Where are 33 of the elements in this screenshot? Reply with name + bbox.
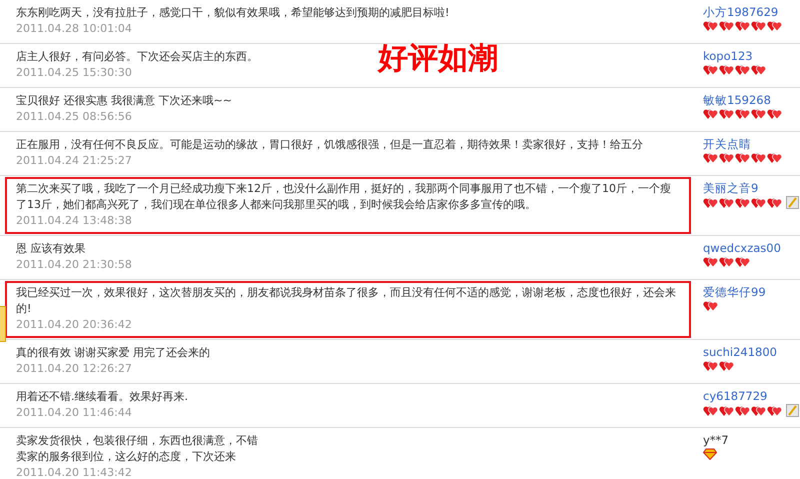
- user-link[interactable]: cy6187729: [703, 388, 768, 404]
- review-time: 2011.04.20 11:46:44: [16, 405, 132, 421]
- review-text: 卖家发货很快，包装很仔细，东西也很满意，不错: [16, 433, 258, 449]
- review-text: 真的很有效 谢谢买家爱 用完了还会来的: [16, 345, 210, 361]
- side-tab-icon[interactable]: [0, 306, 6, 342]
- review-time: 2011.04.24 21:25:27: [16, 153, 132, 169]
- user-link[interactable]: qwedcxzas00: [703, 240, 781, 256]
- headline: 好评如潮: [378, 40, 498, 78]
- review-time: 2011.04.20 11:43:42: [16, 465, 132, 479]
- review-text: 我已经买过一次，效果很好，这次替朋友买的，朋友都说我身材苗条了很多，而且没有任何不适的感觉，谢谢老板，态度也很好，还会来的!: [16, 285, 677, 317]
- user-link[interactable]: kopo123: [703, 48, 753, 64]
- user-link[interactable]: 敏敏159268: [703, 92, 771, 108]
- review-text: 店主人很好，有问必答。下次还会买店主的东西。: [16, 49, 258, 65]
- review-time: 2011.04.20 21:30:58: [16, 257, 132, 273]
- user-name: y**7: [703, 432, 729, 448]
- user-link[interactable]: 爱德华仔99: [703, 284, 766, 300]
- review-text: 用着还不错.继续看看。效果好再来.: [16, 389, 188, 405]
- review-time: 2011.04.25 15:30:30: [16, 65, 132, 81]
- review-text: 第二次来买了哦，我吃了一个月已经成功瘦下来12斤，也没什么副作用，挺好的，我那两个同事服用了也不错，一个瘦了10斤，一个瘦了13斤，她们都高兴死了，我们现在单位很多人都来问我那里买的哦，到时候我会给店家你多多宣传的哦。: [16, 181, 672, 213]
- user-link[interactable]: suchi241800: [703, 344, 777, 360]
- user-link[interactable]: 小方1987629: [703, 4, 778, 20]
- user-link[interactable]: 开关点睛: [703, 136, 751, 152]
- review-text: 东东刚吃两天，没有拉肚子，感觉口干，貌似有效果哦，希望能够达到预期的减肥目标啦!: [16, 5, 450, 21]
- review-time: 2011.04.25 08:56:56: [16, 109, 132, 125]
- review-time: 2011.04.28 10:01:04: [16, 21, 132, 37]
- review-text: 正在服用，没有任何不良反应。可能是运动的缘故，胃口很好，饥饿感很强，但是一直忍着，期待效果！卖家很好，支持！给五分: [16, 137, 643, 153]
- review-text: 卖家的服务很到位，这么好的态度，下次还来: [16, 449, 236, 465]
- review-time: 2011.04.24 13:48:38: [16, 213, 132, 229]
- review-time: 2011.04.20 12:26:27: [16, 361, 132, 377]
- review-time: 2011.04.20 20:36:42: [16, 317, 132, 333]
- review-text: 恩 应该有效果: [16, 241, 86, 257]
- user-link[interactable]: 美丽之音9: [703, 180, 758, 196]
- review-text: 宝贝很好 还很实惠 我很满意 下次还来哦~~: [16, 93, 232, 109]
